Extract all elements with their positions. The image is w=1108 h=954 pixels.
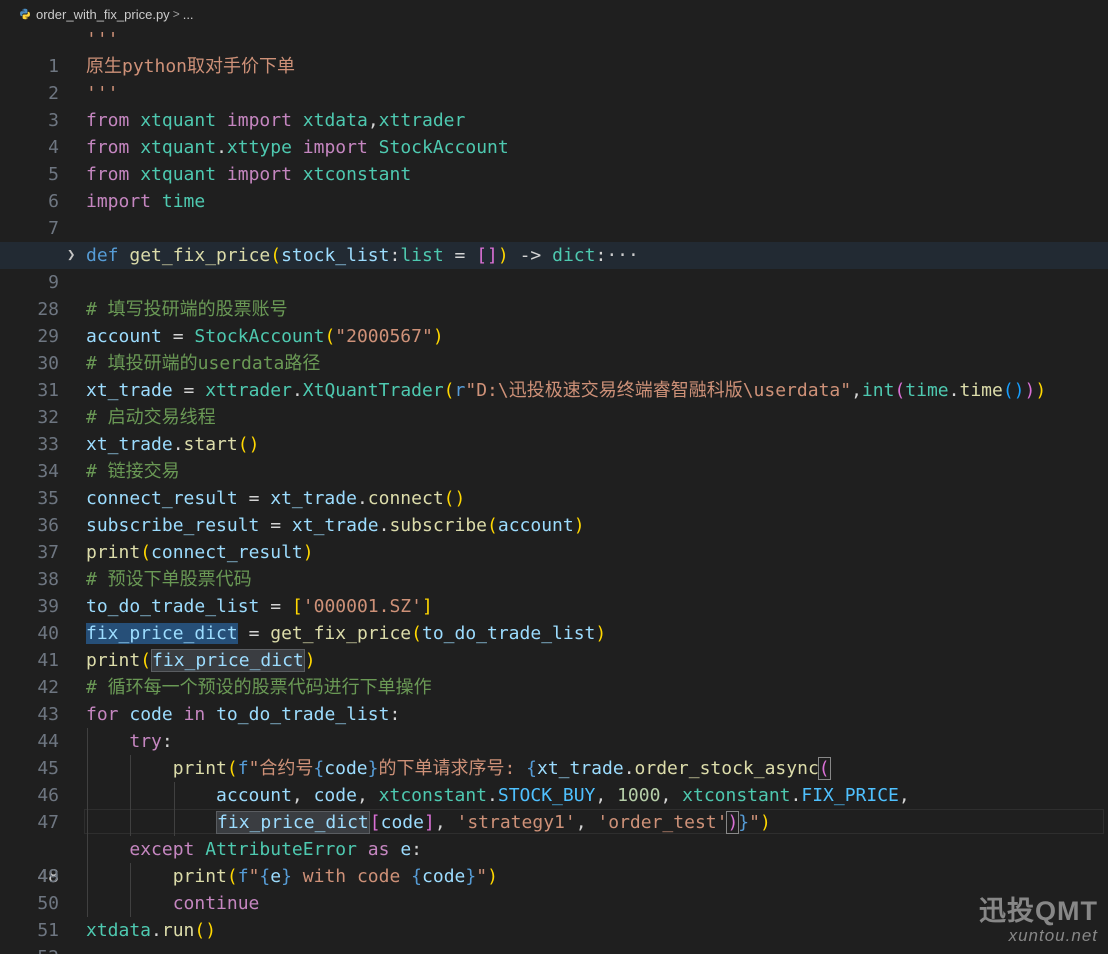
chevron-right-icon[interactable]: ❯: [67, 242, 75, 269]
code-line[interactable]: 43 # 循环每一个预设的股票代码进行下单操作: [0, 674, 1108, 725]
line-content[interactable]: print(f"合约号{code}的下单请求序号: {xt_trade.orde…: [86, 755, 831, 782]
code-line[interactable]: 32 xt_trade = xttrader.XtQuantTrader(r"D…: [0, 377, 1108, 428]
breadcrumb-separator: >: [172, 7, 180, 21]
code-line[interactable]: 39 # 预设下单股票代码: [0, 566, 1108, 617]
breadcrumb-file-name[interactable]: order_with_fix_price.py: [36, 7, 170, 22]
line-content[interactable]: except AttributeError as e:: [86, 836, 422, 863]
code-line[interactable]: 50 print(f"{e} with code {code}"): [0, 863, 1108, 914]
code-line[interactable]: 28: [0, 269, 1108, 320]
line-content[interactable]: fix_price_dict = get_fix_price(to_do_tra…: [86, 620, 606, 647]
line-content[interactable]: for code in to_do_trade_list:: [86, 701, 400, 728]
code-line[interactable]: 40 to_do_trade_list = ['000001.SZ']: [0, 593, 1108, 644]
code-line[interactable]: 42 print(fix_price_dict): [0, 647, 1108, 698]
code-line[interactable]: 5 from xtquant.xttype import StockAccoun…: [0, 134, 1108, 185]
code-line[interactable]: 45 try:: [0, 728, 1108, 779]
watermark-logo: 迅投QMT xuntou.net: [979, 896, 1098, 946]
line-content[interactable]: continue: [86, 890, 260, 917]
line-content[interactable]: # 填写投研端的股票账号: [86, 296, 288, 323]
code-line[interactable]: 8: [0, 215, 1108, 266]
line-content[interactable]: # 预设下单股票代码: [86, 566, 252, 593]
line-content[interactable]: account, code, xtconstant.STOCK_BUY, 100…: [86, 782, 910, 809]
line-content[interactable]: # 循环每一个预设的股票代码进行下单操作: [86, 674, 432, 701]
code-line[interactable]: 4 from xtquant import xtdata,xttrader: [0, 107, 1108, 158]
line-content[interactable]: xtdata.run(): [86, 917, 216, 944]
line-content[interactable]: print(f"{e} with code {code}"): [86, 863, 498, 890]
code-line[interactable]: 7 import time: [0, 188, 1108, 239]
code-line[interactable]: 35 # 链接交易: [0, 458, 1108, 509]
python-file-icon: [20, 8, 30, 20]
line-content[interactable]: xt_trade.start(): [86, 431, 259, 458]
line-content[interactable]: xt_trade = xttrader.XtQuantTrader(r"D:\迅…: [86, 377, 1046, 404]
breadcrumb: order_with_fix_price.py > ...: [0, 0, 1108, 28]
code-line[interactable]: 51 continue: [0, 890, 1108, 941]
code-line[interactable]: 52 xtdata.run(): [0, 917, 1108, 954]
folded-ellipsis[interactable]: ···: [606, 245, 639, 266]
code-line[interactable]: 30 account = StockAccount("2000567"): [0, 323, 1108, 374]
code-editor[interactable]: order_with_fix_price.py > ... 1 ''' 2 原生…: [0, 0, 1108, 954]
line-content[interactable]: # 链接交易: [86, 458, 180, 485]
code-line-current[interactable]: 48 fix_price_dict[code], 'strategy1', 'o…: [0, 809, 1108, 887]
line-content[interactable]: ''': [86, 26, 119, 53]
code-line[interactable]: 34 xt_trade.start(): [0, 431, 1108, 482]
line-content[interactable]: print(fix_price_dict): [86, 647, 316, 674]
line-content[interactable]: ''': [86, 80, 119, 107]
line-content[interactable]: from xtquant import xtdata,xttrader: [86, 107, 465, 134]
line-content[interactable]: subscribe_result = xt_trade.subscribe(ac…: [86, 512, 585, 539]
code-line[interactable]: 31 # 填投研端的userdata路径: [0, 350, 1108, 401]
code-line[interactable]: 37 subscribe_result = xt_trade.subscribe…: [0, 512, 1108, 563]
code-line[interactable]: 49 except AttributeError as e:: [0, 836, 1108, 887]
code-line[interactable]: 36 connect_result = xt_trade.connect(): [0, 485, 1108, 536]
code-line[interactable]: 38 print(connect_result): [0, 539, 1108, 590]
line-content[interactable]: try:: [86, 728, 172, 755]
watermark-sub: xuntou.net: [1008, 926, 1098, 945]
code-line[interactable]: 41 fix_price_dict = get_fix_price(to_do_…: [0, 620, 1108, 671]
line-content[interactable]: account = StockAccount("2000567"): [86, 323, 444, 350]
line-content[interactable]: from xtquant.xttype import StockAccount: [86, 134, 509, 161]
code-line[interactable]: 29 # 填写投研端的股票账号: [0, 296, 1108, 347]
code-line[interactable]: 6 from xtquant import xtconstant: [0, 161, 1108, 212]
line-content[interactable]: # 填投研端的userdata路径: [86, 350, 320, 377]
line-content[interactable]: import time: [86, 188, 205, 215]
line-content[interactable]: # 启动交易线程: [86, 404, 216, 431]
line-content[interactable]: def get_fix_price(stock_list:list = []) …: [86, 242, 639, 269]
line-content[interactable]: 原生python取对手价下单: [86, 53, 295, 80]
code-line-folded[interactable]: 9 ❯ def get_fix_price(stock_list:list = …: [0, 242, 1108, 293]
code-line[interactable]: 33 # 启动交易线程: [0, 404, 1108, 455]
line-content[interactable]: from xtquant import xtconstant: [86, 161, 411, 188]
code-line[interactable]: 46 print(f"合约号{code}的下单请求序号: {xt_trade.o…: [0, 755, 1108, 806]
watermark-main: 迅投QMT: [979, 896, 1098, 926]
line-content[interactable]: fix_price_dict[code], 'strategy1', 'orde…: [86, 809, 771, 836]
line-content[interactable]: to_do_trade_list = ['000001.SZ']: [86, 593, 433, 620]
code-line[interactable]: 2 原生python取对手价下单: [0, 53, 1108, 104]
code-line[interactable]: 44 for code in to_do_trade_list:: [0, 701, 1108, 752]
line-content[interactable]: connect_result = xt_trade.connect(): [86, 485, 465, 512]
code-line[interactable]: 47 account, code, xtconstant.STOCK_BUY, …: [0, 782, 1108, 833]
breadcrumb-more[interactable]: ...: [183, 7, 194, 22]
line-content[interactable]: print(connect_result): [86, 539, 314, 566]
line-number: 52: [0, 944, 59, 954]
code-line[interactable]: 3 ''': [0, 80, 1108, 131]
code-lines[interactable]: 1 ''' 2 原生python取对手价下单 3 ''' 4 from xtqu…: [0, 26, 1108, 954]
code-line[interactable]: 1 ''': [0, 26, 1108, 77]
